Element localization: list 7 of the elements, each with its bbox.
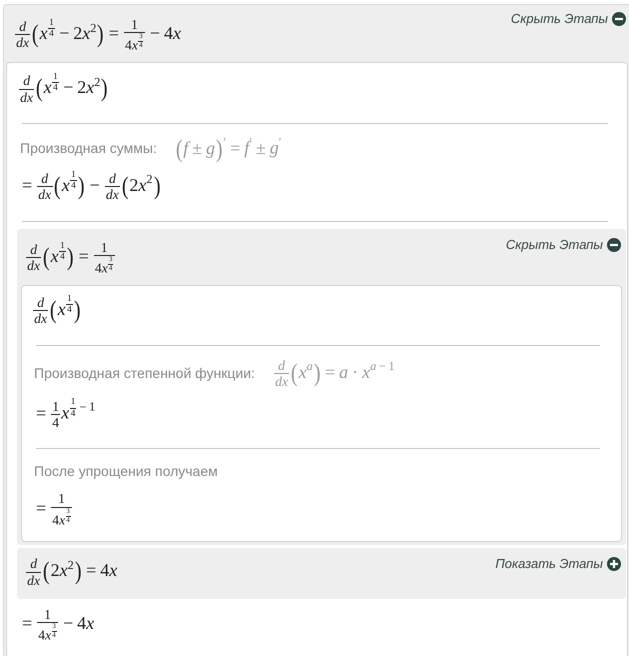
toggle-steps-button[interactable]: Скрыть Этапы <box>506 236 621 253</box>
toggle-steps-button[interactable]: Показать Этапы <box>495 556 621 572</box>
rule-label: Производная суммы: <box>20 139 157 158</box>
note-text: После упрощения получаем <box>34 462 218 482</box>
toggle-steps-button[interactable]: Скрыть Этапы <box>510 11 626 27</box>
rule-formula: (f ± g)′ = f′ ± g′ <box>174 136 282 162</box>
rule-label: Производная степенной функции: <box>34 364 255 384</box>
